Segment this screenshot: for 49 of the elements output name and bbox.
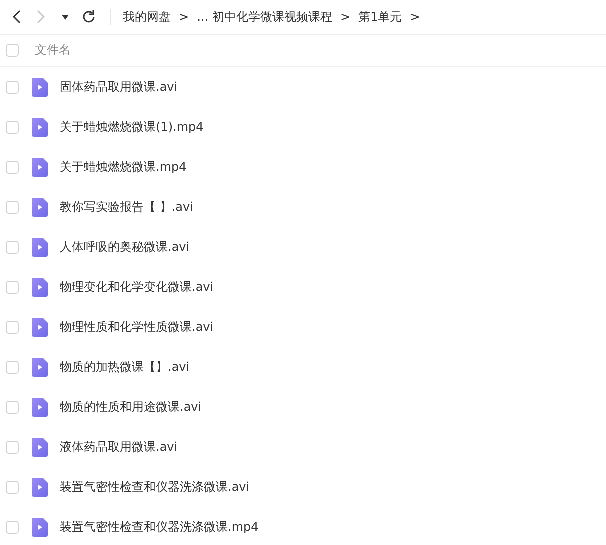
breadcrumb-item[interactable]: 初中化学微课视频课程 [212,8,333,26]
file-name[interactable]: 装置气密性检查和仪器洗涤微课.avi [60,478,250,496]
video-file-icon [32,78,48,96]
column-header[interactable]: 文件名 [35,42,71,59]
checkbox[interactable] [6,240,19,254]
file-name[interactable]: 物理性质和化学性质微课.avi [60,318,214,336]
file-name[interactable]: 固体药品取用微课.avi [60,78,178,96]
file-name[interactable]: 物质的加热微课【】.avi [60,358,190,376]
video-file-icon [32,158,48,176]
breadcrumb-separator: > [179,10,190,24]
file-name[interactable]: 教你写实验报告【 】.avi [60,198,194,216]
checkbox[interactable] [6,400,19,414]
checkbox[interactable] [6,200,19,214]
checkbox[interactable] [6,80,19,94]
checkbox[interactable] [6,160,19,174]
checkbox[interactable] [6,280,19,294]
checkbox[interactable] [6,520,19,534]
video-file-icon [32,318,48,336]
video-file-icon [32,198,48,216]
video-file-icon [32,238,48,256]
breadcrumb-separator: > [340,10,351,24]
file-name[interactable]: 人体呼吸的奥秘微课.avi [60,238,190,256]
checkbox[interactable] [6,440,19,454]
breadcrumb-separator: > [410,10,420,24]
back-icon [13,10,21,24]
breadcrumb-item[interactable]: ... [197,10,209,24]
file-name[interactable]: 关于蜡烛燃烧微课.mp4 [60,158,187,176]
video-file-icon [32,438,48,456]
video-file-icon [32,358,48,376]
video-file-icon [32,278,48,296]
checkbox[interactable] [6,120,19,134]
video-file-icon [32,118,48,136]
forward-icon [37,10,45,24]
video-file-icon [32,518,48,536]
checkbox[interactable] [6,360,19,374]
file-name[interactable]: 液体药品取用微课.avi [60,438,178,456]
refresh-icon [82,10,96,24]
file-name[interactable]: 物理变化和化学变化微课.avi [60,278,214,296]
checkbox[interactable] [6,44,19,57]
breadcrumb-item[interactable]: 第1单元 [358,8,402,26]
video-file-icon [32,398,48,416]
file-name[interactable]: 关于蜡烛燃烧微课(1).mp4 [60,118,204,136]
caret-icon [62,14,68,20]
checkbox[interactable] [6,320,19,334]
breadcrumb-item[interactable]: 我的网盘 [123,8,171,26]
video-file-icon [32,478,48,496]
checkbox[interactable] [6,480,19,494]
file-name[interactable]: 物质的性质和用途微课.avi [60,398,202,416]
file-name[interactable]: 装置气密性检查和仪器洗涤微课.mp4 [60,518,259,536]
